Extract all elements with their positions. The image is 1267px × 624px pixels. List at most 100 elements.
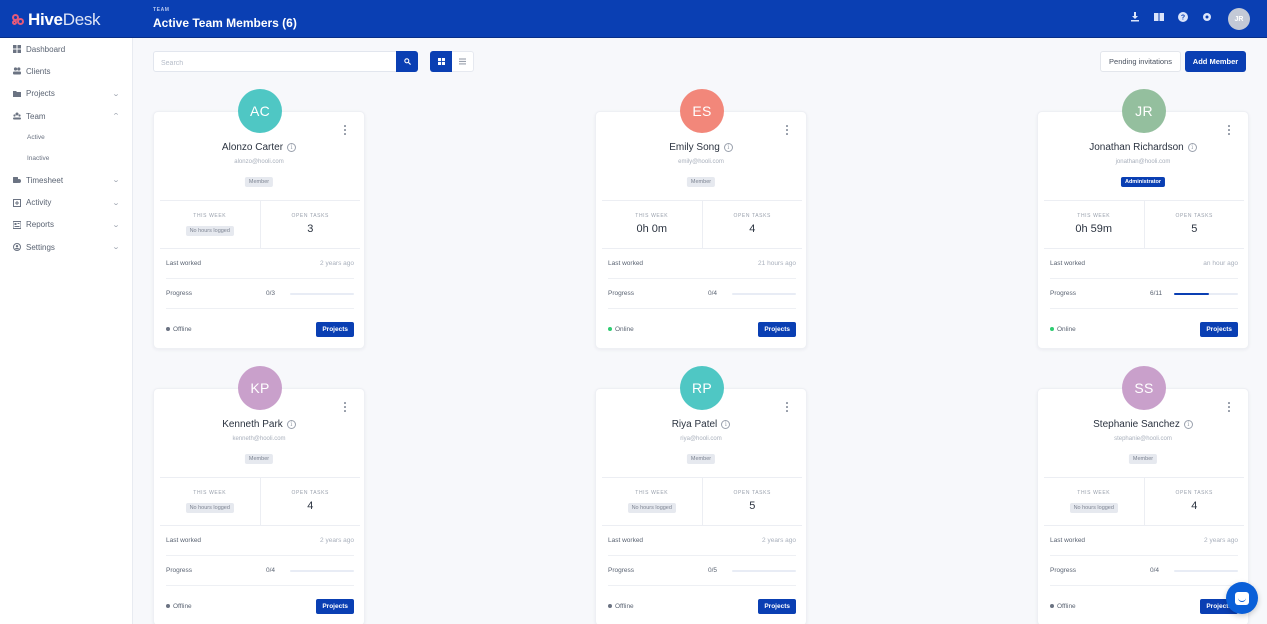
status-text: Offline [615, 602, 634, 610]
sidebar-item-reports[interactable]: Reports ⌄ [0, 214, 132, 236]
last-worked-value: 2 years ago [320, 537, 354, 544]
progress-bar [1174, 569, 1238, 572]
member-avatar[interactable]: AC [238, 89, 282, 133]
chevron-down-icon[interactable]: ⌄ [112, 90, 120, 98]
projects-button[interactable]: Projects [1200, 321, 1238, 337]
search-input[interactable] [154, 54, 396, 73]
sidebar: Dashboard Clients Projects ⌄ Team ⌃ Active Inac… [0, 38, 133, 624]
more-options-icon[interactable] [1226, 125, 1232, 135]
progress-row: Progress 0/4 [1050, 556, 1238, 586]
chevron-down-icon[interactable]: ⌄ [112, 176, 120, 184]
open-tasks-stat: OPEN TASKS 5 [701, 478, 803, 525]
more-options-icon[interactable] [784, 402, 790, 412]
open-tasks-label: OPEN TASKS [733, 490, 771, 496]
info-icon[interactable]: i [721, 420, 731, 429]
member-name[interactable]: Riya Patel [672, 419, 718, 430]
member-email: riya@hooli.com [680, 436, 722, 442]
this-week-label: THIS WEEK [193, 490, 227, 496]
role-badge: Member [244, 177, 274, 187]
user-avatar[interactable]: JR [1228, 8, 1250, 30]
sidebar-item-projects[interactable]: Projects ⌄ [0, 83, 132, 105]
member-name-row: Jonathan Richardson i [1038, 142, 1248, 153]
sidebar-subitem-active[interactable]: Active [0, 127, 132, 148]
sidebar-item-clients[interactable]: Clients [0, 60, 132, 82]
list-icon [459, 58, 466, 65]
info-icon[interactable]: i [286, 420, 296, 429]
sidebar-item-label: Settings [26, 242, 55, 252]
add-member-button[interactable]: Add Member [1185, 51, 1246, 72]
member-avatar[interactable]: SS [1122, 366, 1166, 410]
member-name[interactable]: Stephanie Sanchez [1093, 419, 1180, 430]
member-email: jonathan@hooli.com [1115, 159, 1171, 165]
member-avatar[interactable]: JR [1122, 89, 1166, 133]
info-icon[interactable]: i [1187, 143, 1197, 152]
search-field[interactable] [153, 51, 397, 73]
member-card: JR Jonathan Richardson i jonathan@hooli.com… [1037, 89, 1249, 349]
progress-bar [732, 569, 796, 572]
last-worked-label: Last worked [166, 260, 202, 267]
logo[interactable]: Hive Desk [12, 10, 101, 30]
download-icon[interactable] [1130, 12, 1140, 22]
sidebar-item-label: Activity [26, 198, 52, 208]
this-week-stat: THIS WEEK No hours logged [160, 478, 260, 525]
member-name[interactable]: Emily Song [669, 142, 720, 153]
this-week-stat: THIS WEEK No hours logged [1044, 478, 1144, 525]
chat-support-button[interactable] [1226, 582, 1258, 614]
member-stats: THIS WEEK 0h 0m OPEN TASKS 4 [602, 200, 802, 249]
logo-mark-icon [12, 14, 26, 26]
chevron-down-icon[interactable]: ⌄ [112, 243, 120, 251]
timesheet-icon [13, 176, 21, 184]
member-card: RP Riya Patel i riya@hooli.com Member THIS WE… [595, 366, 807, 624]
progress-bar [290, 569, 354, 572]
sidebar-subitem-inactive[interactable]: Inactive [0, 148, 132, 169]
progress-count: 0/4 [1150, 567, 1160, 574]
sidebar-item-timesheet[interactable]: Timesheet ⌄ [0, 169, 132, 191]
grid-view-button[interactable] [430, 51, 452, 72]
open-tasks-stat: OPEN TASKS 4 [259, 478, 361, 525]
sidebar-item-settings[interactable]: Settings ⌄ [0, 236, 132, 258]
last-worked-row: Last worked 2 years ago [166, 249, 354, 279]
list-view-button[interactable] [452, 51, 474, 72]
more-options-icon[interactable] [1226, 402, 1232, 412]
member-name[interactable]: Kenneth Park [222, 419, 283, 430]
progress-label: Progress [1050, 567, 1077, 574]
sidebar-item-team[interactable]: Team ⌃ [0, 105, 132, 127]
info-icon[interactable]: i [1183, 420, 1193, 429]
projects-button[interactable]: Projects [758, 321, 796, 337]
settings-gear-icon[interactable] [1202, 12, 1212, 22]
chevron-down-icon[interactable]: ⌄ [112, 199, 120, 207]
search-button[interactable] [396, 51, 418, 72]
member-name[interactable]: Jonathan Richardson [1089, 142, 1184, 153]
reports-icon [13, 220, 21, 229]
chevron-up-icon[interactable]: ⌃ [112, 112, 120, 120]
member-avatar[interactable]: RP [680, 366, 724, 410]
book-icon[interactable] [1154, 12, 1164, 22]
last-worked-label: Last worked [166, 537, 202, 544]
this-week-stat: THIS WEEK 0h 0m [602, 201, 702, 248]
projects-button[interactable]: Projects [316, 598, 354, 614]
chevron-down-icon[interactable]: ⌄ [112, 221, 120, 229]
sidebar-item-dashboard[interactable]: Dashboard [0, 38, 132, 60]
progress-label: Progress [166, 290, 193, 297]
progress-row: Progress 0/5 [608, 556, 796, 586]
projects-button[interactable]: Projects [316, 321, 354, 337]
this-week-label: THIS WEEK [1077, 213, 1111, 219]
pending-invitations-button[interactable]: Pending invitations [1100, 51, 1181, 72]
more-options-icon[interactable] [784, 125, 790, 135]
more-options-icon[interactable] [342, 125, 348, 135]
member-email: alonzo@hooli.com [234, 159, 284, 165]
info-icon[interactable]: i [287, 143, 297, 152]
member-avatar[interactable]: ES [680, 89, 724, 133]
sidebar-item-activity[interactable]: Activity ⌄ [0, 191, 132, 213]
info-icon[interactable]: i [723, 143, 733, 152]
more-options-icon[interactable] [342, 402, 348, 412]
projects-button[interactable]: Projects [758, 598, 796, 614]
status-dot-icon [166, 327, 170, 331]
member-avatar[interactable]: KP [238, 366, 282, 410]
open-tasks-label: OPEN TASKS [1175, 213, 1213, 219]
member-name[interactable]: Alonzo Carter [222, 142, 283, 153]
progress-count: 0/4 [708, 290, 718, 297]
open-tasks-stat: OPEN TASKS 4 [1143, 478, 1245, 525]
last-worked-value: 21 hours ago [758, 260, 796, 267]
help-icon[interactable]: ? [1178, 12, 1188, 22]
